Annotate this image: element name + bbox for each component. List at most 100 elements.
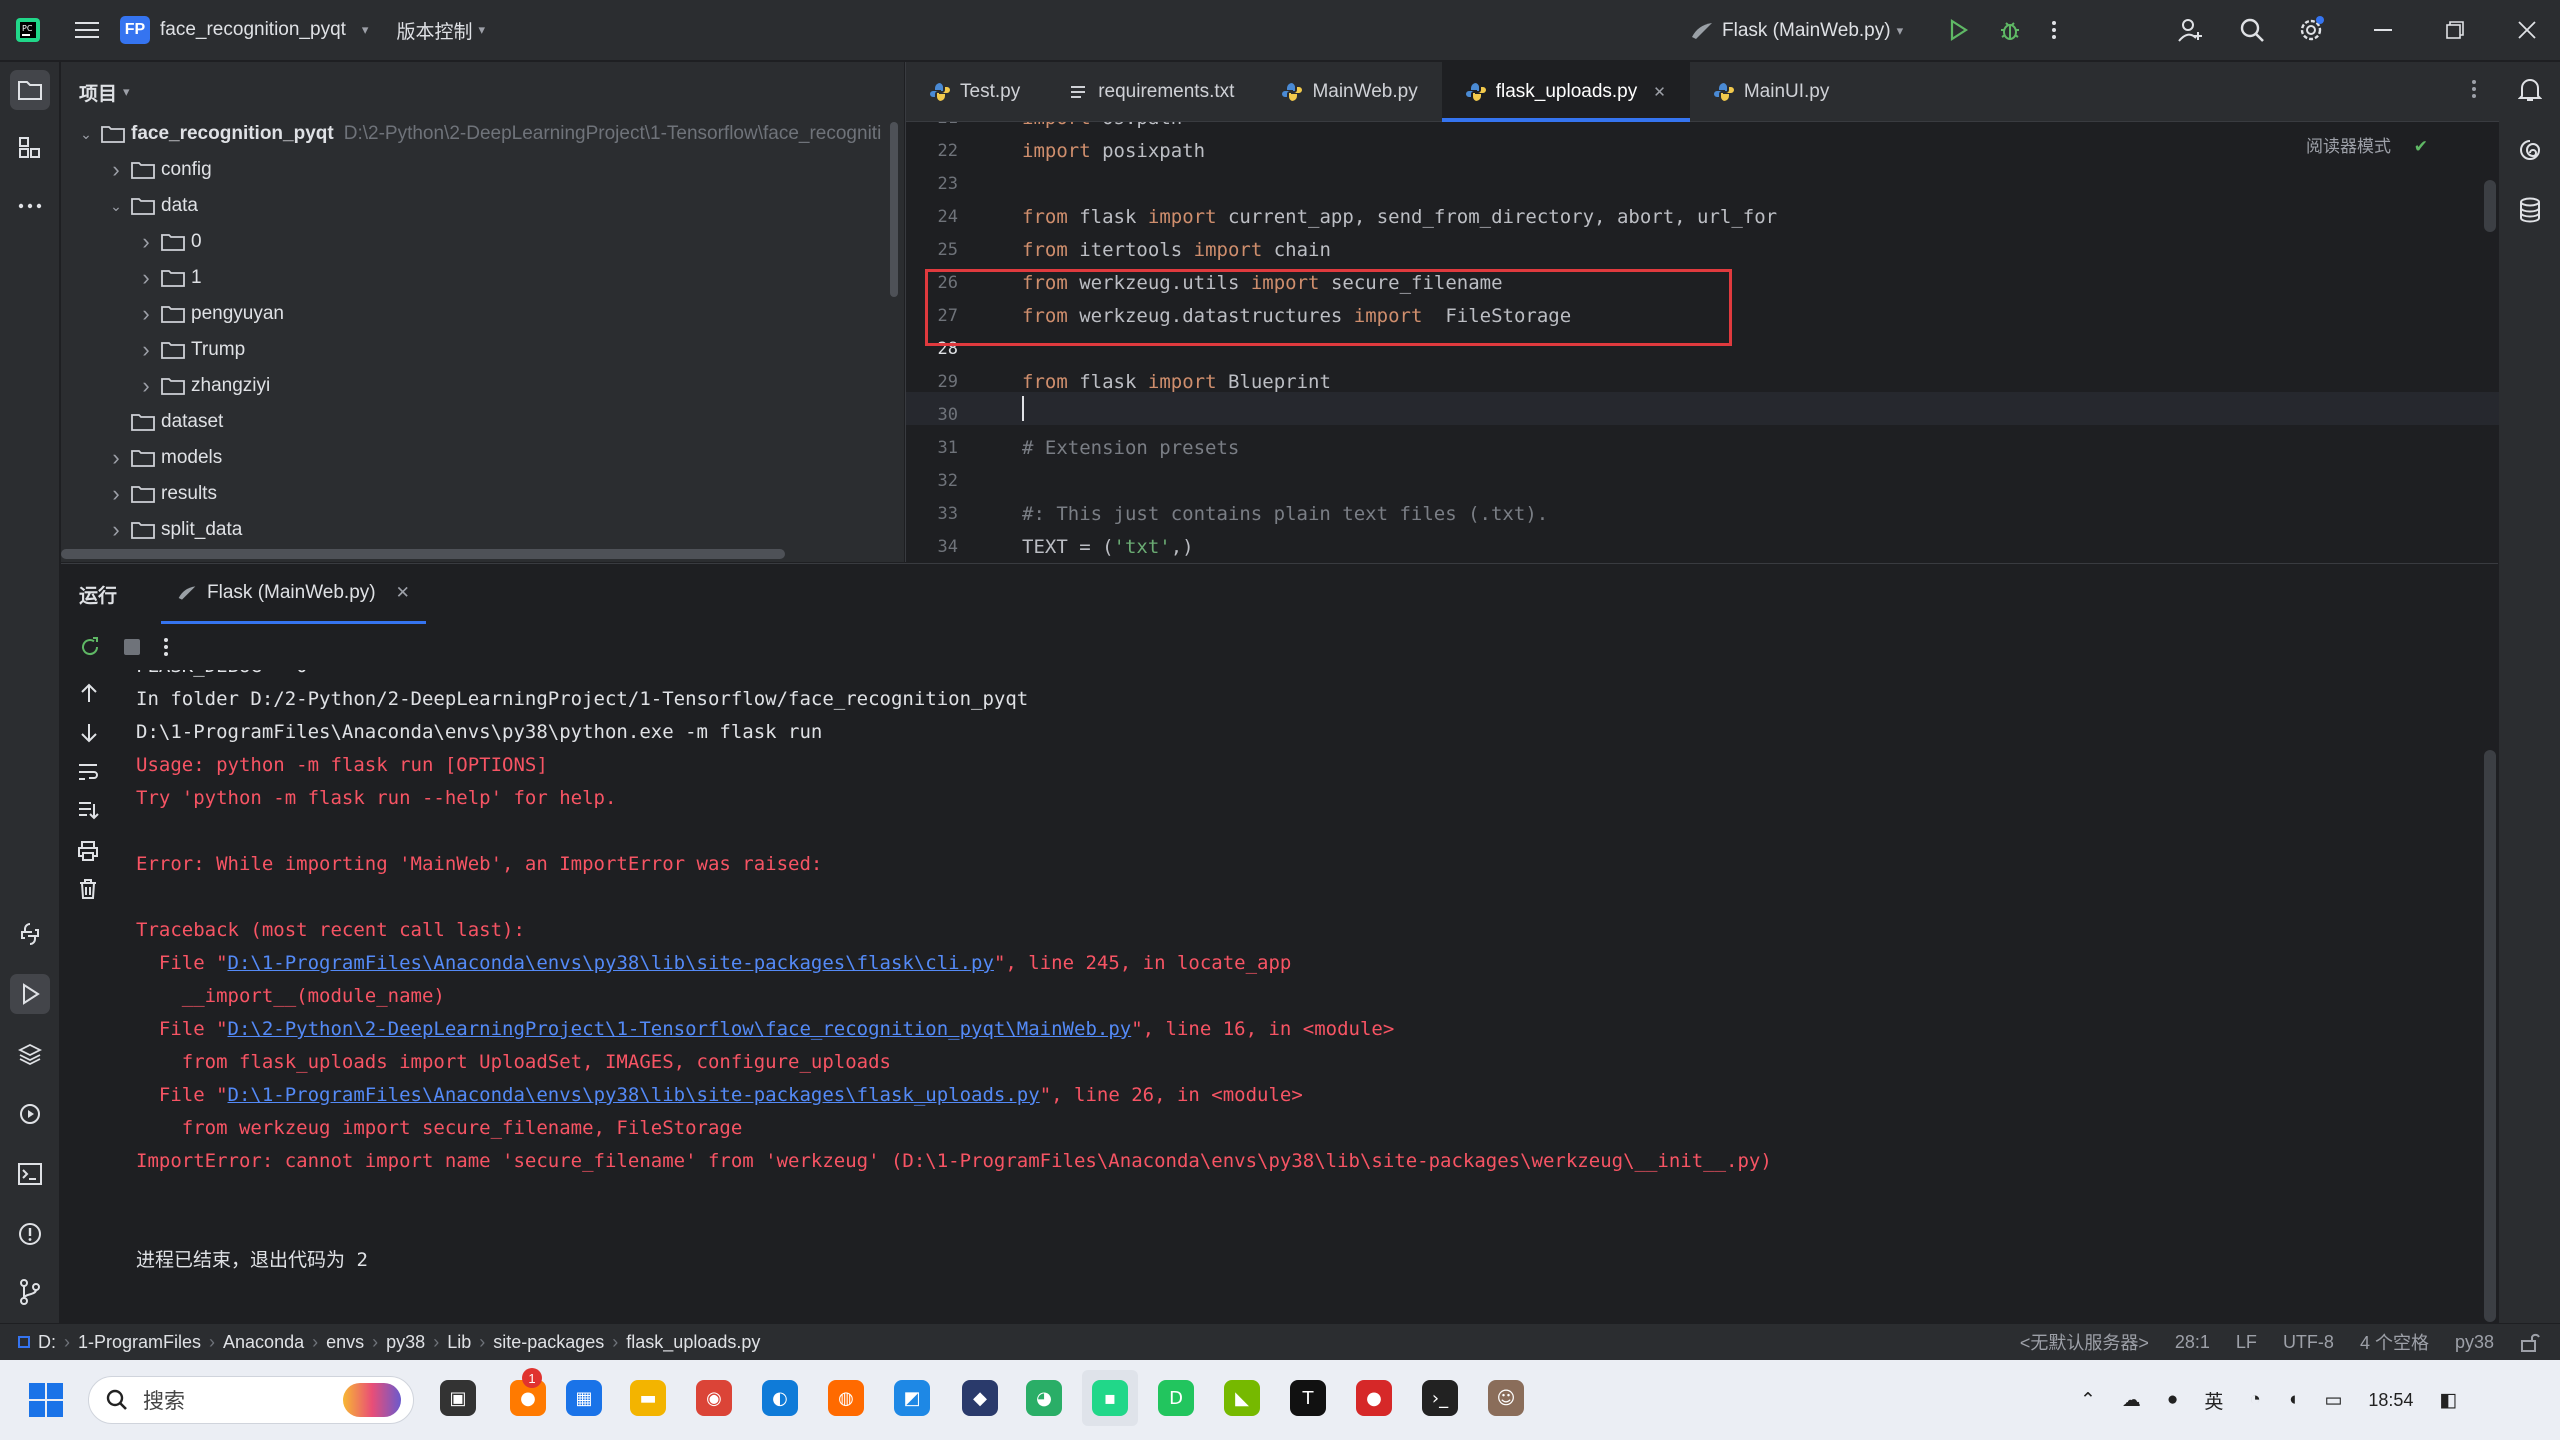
firefox-icon[interactable]: ◍	[818, 1370, 874, 1426]
chevron-right-icon[interactable]: ›	[105, 445, 127, 471]
project-tool-button[interactable]	[10, 70, 50, 110]
settings-button[interactable]	[2296, 0, 2326, 61]
python-packages-tool-button[interactable]	[10, 914, 50, 954]
tree-item[interactable]: › config	[105, 152, 211, 188]
tree-item[interactable]: › models	[105, 440, 222, 476]
run-config-selector[interactable]: Flask (MainWeb.py) ▾	[1690, 0, 1903, 61]
battery-icon[interactable]: ▭	[2324, 1389, 2342, 1412]
run-more-button[interactable]	[163, 637, 169, 657]
interpreter[interactable]: py38	[2455, 1332, 2494, 1353]
problems-tool-button[interactable]	[10, 1214, 50, 1254]
more-actions-button[interactable]	[2050, 0, 2058, 61]
chevron-right-icon[interactable]: ›	[105, 481, 127, 507]
print-button[interactable]	[77, 840, 99, 862]
chevron-right-icon[interactable]: ›	[135, 301, 157, 327]
project-pane-header[interactable]: 项目 ▾	[61, 62, 904, 122]
rerun-button[interactable]	[79, 636, 101, 658]
tree-item[interactable]: › split_data	[105, 512, 242, 548]
start-button[interactable]	[28, 1382, 64, 1418]
line-separator[interactable]: LF	[2236, 1332, 2257, 1353]
editor-tab[interactable]: MainWeb.py	[1258, 62, 1441, 121]
reader-mode-toggle[interactable]: 阅读器模式 ✔	[2306, 132, 2428, 157]
file-explorer-icon[interactable]: ▬	[620, 1370, 676, 1426]
git-tool-button[interactable]	[10, 1272, 50, 1312]
chevron-right-icon[interactable]: ›	[135, 265, 157, 291]
server-status[interactable]: <无默认服务器>	[2020, 1329, 2149, 1355]
minimize-button[interactable]	[2368, 0, 2398, 61]
file-link[interactable]: D:\1-ProgramFiles\Anaconda\envs\py38\lib…	[228, 952, 994, 974]
close-button[interactable]	[2512, 0, 2542, 61]
run-button[interactable]	[1946, 0, 1970, 61]
tray-overflow-icon[interactable]: ⌃	[2080, 1389, 2096, 1412]
chevron-right-icon[interactable]: ›	[105, 157, 127, 183]
services-tool-button[interactable]	[10, 1094, 50, 1134]
close-tab-icon[interactable]: ✕	[396, 583, 410, 603]
notification-center-icon[interactable]: ◧	[2439, 1389, 2457, 1412]
editor-tab[interactable]: Test.py	[906, 62, 1044, 121]
ime-icon[interactable]: 英	[2204, 1387, 2223, 1414]
breadcrumb-item[interactable]: flask_uploads.py	[626, 1332, 760, 1353]
editor-tab[interactable]: requirements.txt	[1044, 62, 1258, 121]
layers-tool-button[interactable]	[10, 1034, 50, 1074]
indent-setting[interactable]: 4 个空格	[2360, 1329, 2429, 1355]
breadcrumb-item[interactable]: D:	[38, 1332, 56, 1353]
restore-button[interactable]	[2440, 0, 2470, 61]
qq-icon[interactable]: ●	[2167, 1389, 2178, 1411]
tree-item[interactable]: › results	[105, 476, 217, 512]
edge-icon[interactable]: ◐	[752, 1370, 808, 1426]
app-icon[interactable]: ◆	[952, 1370, 1008, 1426]
wifi-icon[interactable]: ◔	[2249, 1389, 2260, 1411]
tree-item[interactable]: › zhangziyi	[135, 368, 270, 404]
tree-item[interactable]: ⌄ face_recognition_pyqt D:\2-Python\2-Deep…	[75, 116, 881, 152]
file-encoding[interactable]: UTF-8	[2283, 1332, 2334, 1353]
tree-item[interactable]: › 1	[135, 260, 201, 296]
breadcrumb-item[interactable]: envs	[326, 1332, 364, 1353]
typora-icon[interactable]: T	[1280, 1370, 1336, 1426]
chevron-right-icon[interactable]: ›	[135, 373, 157, 399]
editor-tab[interactable]: flask_uploads.py ✕	[1441, 62, 1690, 122]
stop-button[interactable]	[123, 638, 141, 656]
breadcrumb-item[interactable]: Lib	[447, 1332, 471, 1353]
console-scrollbar[interactable]	[2484, 750, 2496, 1322]
file-link[interactable]: D:\1-ProgramFiles\Anaconda\envs\py38\lib…	[228, 1084, 1040, 1106]
chevron-right-icon[interactable]: ›	[105, 517, 127, 543]
recorder-icon[interactable]: ●	[1346, 1370, 1402, 1426]
run-tab[interactable]: Flask (MainWeb.py) ✕	[161, 564, 426, 624]
search-button[interactable]	[2238, 0, 2266, 61]
scroll-to-end-button[interactable]	[77, 800, 99, 822]
terminal-app-icon[interactable]: ›_	[1412, 1370, 1468, 1426]
file-link[interactable]: D:\2-Python\2-DeepLearningProject\1-Tens…	[228, 1018, 1132, 1040]
tree-item[interactable]: › 0	[135, 224, 201, 260]
add-user-button[interactable]	[2176, 0, 2204, 61]
notifications-button[interactable]	[2510, 70, 2550, 110]
breadcrumb-item[interactable]: py38	[386, 1332, 425, 1353]
store-icon[interactable]: ▦	[556, 1370, 612, 1426]
task-view-icon[interactable]: ▣	[430, 1370, 486, 1426]
onedrive-icon[interactable]: ☁	[2122, 1389, 2141, 1412]
chevron-right-icon[interactable]: ›	[135, 337, 157, 363]
taskbar-search[interactable]: 搜索	[88, 1376, 414, 1424]
chevron-right-icon[interactable]: ›	[135, 229, 157, 255]
chevron-down-icon[interactable]: ⌄	[105, 198, 127, 215]
tree-item[interactable]: › Trump	[135, 332, 245, 368]
breadcrumb-item[interactable]: 1-ProgramFiles	[78, 1332, 201, 1353]
wechat-icon[interactable]: ◕	[1016, 1370, 1072, 1426]
scroll-up-button[interactable]	[79, 682, 99, 704]
dataspell-icon[interactable]: D	[1148, 1370, 1204, 1426]
avatar-app-icon[interactable]: ☺	[1478, 1370, 1534, 1426]
run-tool-button[interactable]	[10, 974, 50, 1014]
pycharm-taskbar-icon[interactable]: ▪	[1082, 1370, 1138, 1426]
breadcrumb-item[interactable]: Anaconda	[223, 1332, 304, 1353]
close-tab-icon[interactable]: ✕	[1653, 83, 1666, 101]
scroll-down-button[interactable]	[79, 722, 99, 744]
console-output[interactable]: FLASK_DEBUG = 0 In folder D:/2-Python/2-D…	[136, 670, 2476, 1324]
chevron-down-icon[interactable]: ⌄	[75, 126, 97, 143]
more-tools-button[interactable]	[10, 186, 50, 226]
breadcrumb-item[interactable]: site-packages	[493, 1332, 604, 1353]
terminal-tool-button[interactable]	[10, 1154, 50, 1194]
volume-icon[interactable]: ◖	[2287, 1389, 2298, 1411]
unlock-icon[interactable]	[2520, 1332, 2540, 1352]
database-button[interactable]	[2510, 190, 2550, 230]
nvidia-icon[interactable]: ◣	[1214, 1370, 1270, 1426]
vcs-menu[interactable]: 版本控制 ▾	[396, 17, 485, 44]
